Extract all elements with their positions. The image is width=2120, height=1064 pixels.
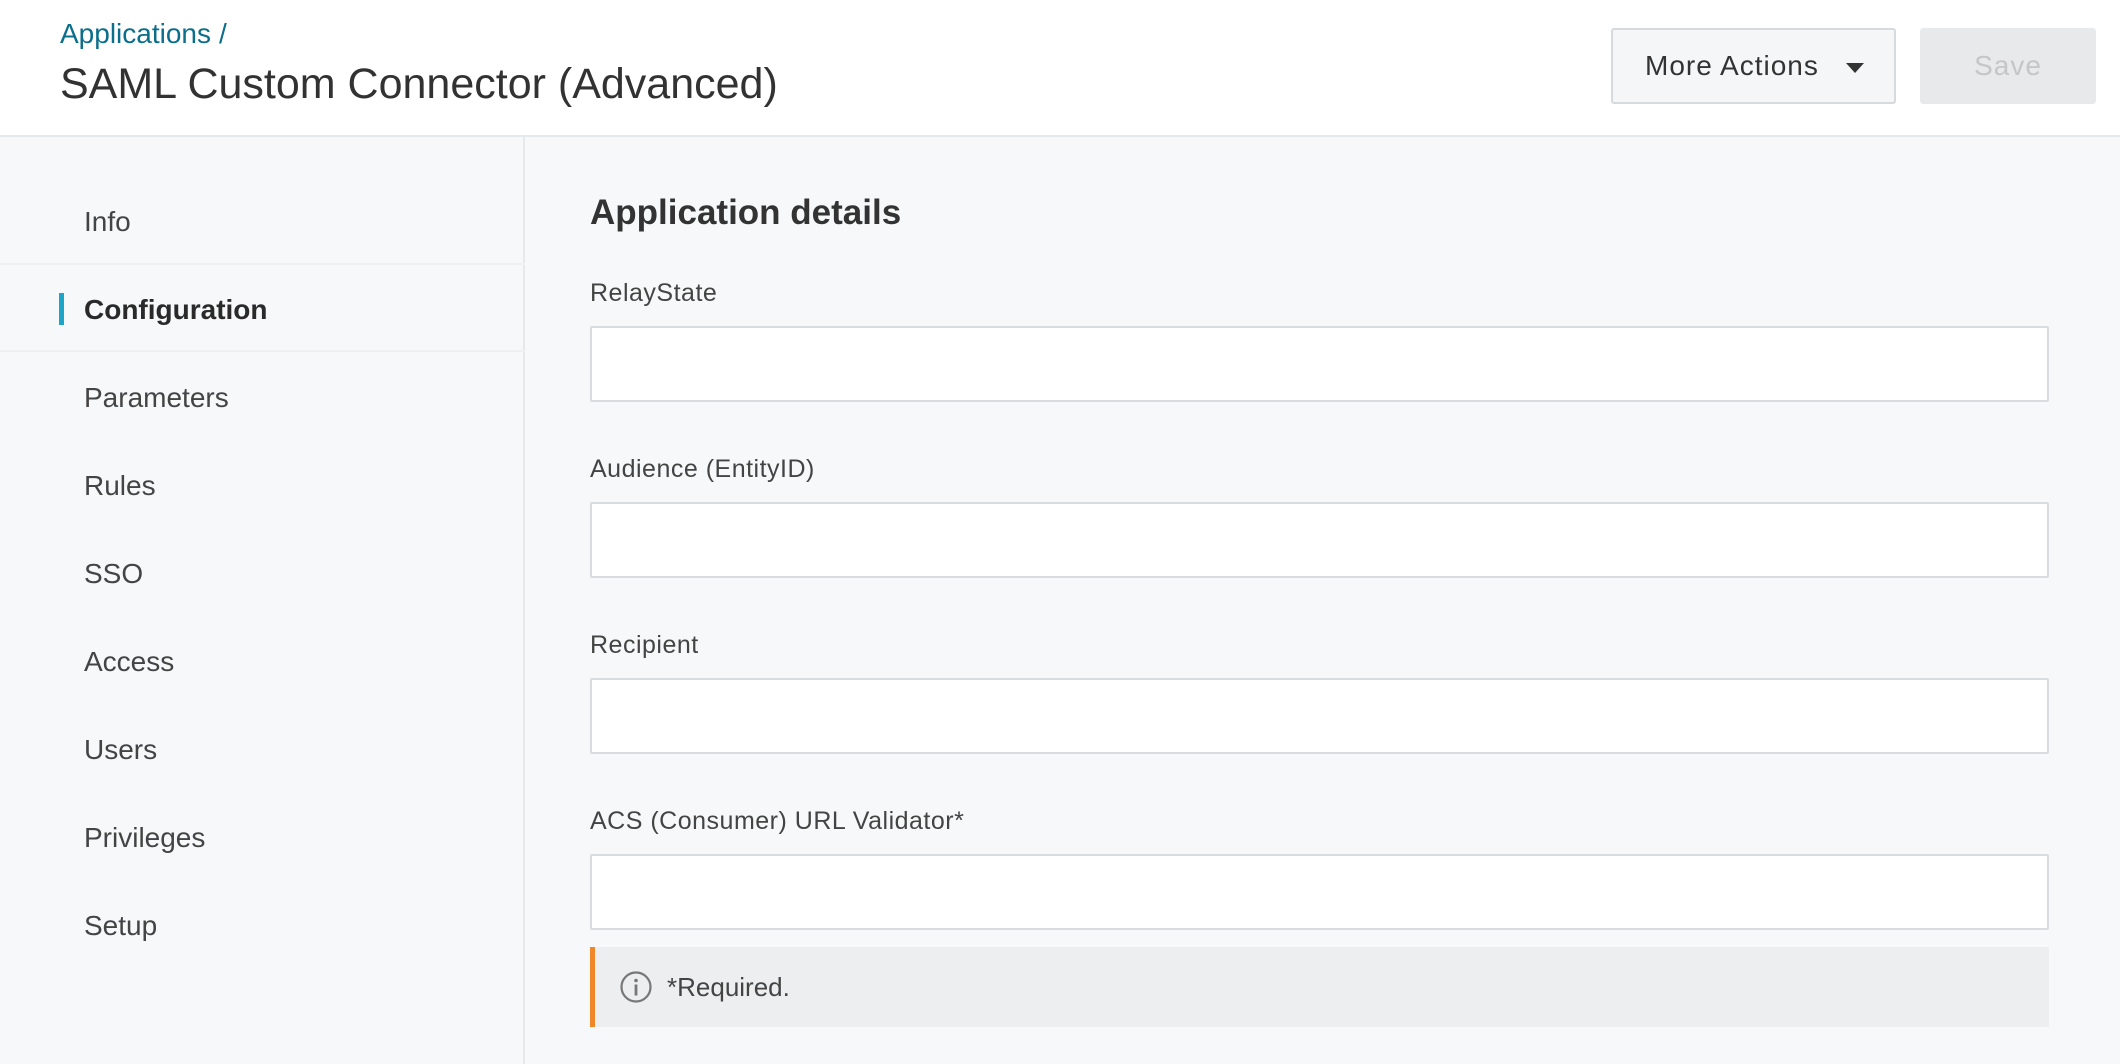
notice-text: *Required. <box>667 971 790 1002</box>
nav-divider <box>0 350 525 352</box>
more-actions-button[interactable]: More Actions <box>1611 28 1896 104</box>
nav-divider <box>0 263 525 265</box>
relaystate-label: RelayState <box>590 279 718 307</box>
acs-url-validator-label: ACS (Consumer) URL Validator* <box>590 807 965 835</box>
info-icon <box>620 971 652 1003</box>
sidebar-item-setup[interactable]: Setup <box>84 910 157 942</box>
required-notice: *Required. <box>590 947 2049 1027</box>
sidebar-item-configuration[interactable]: Configuration <box>84 294 268 326</box>
acs-url-validator-input[interactable] <box>590 854 2049 930</box>
audience-label: Audience (EntityID) <box>590 455 815 483</box>
relaystate-input[interactable] <box>590 326 2049 402</box>
sidebar-item-parameters[interactable]: Parameters <box>84 382 229 414</box>
caret-down-icon <box>1846 63 1864 73</box>
sidebar-nav: Info Configuration Parameters Rules SSO … <box>0 137 525 1064</box>
main-content: Application details RelayState Audience … <box>527 137 2120 1064</box>
breadcrumb: Applications / <box>60 18 227 50</box>
more-actions-label: More Actions <box>1645 50 1819 81</box>
sidebar-item-rules[interactable]: Rules <box>84 470 156 502</box>
breadcrumb-separator: / <box>218 18 227 49</box>
save-button[interactable]: Save <box>1920 28 2096 104</box>
sidebar-item-info[interactable]: Info <box>84 206 131 238</box>
recipient-label: Recipient <box>590 631 699 659</box>
breadcrumb-applications-link[interactable]: Applications <box>60 18 211 49</box>
page-header: Applications / SAML Custom Connector (Adv… <box>0 0 2120 137</box>
sidebar-item-sso[interactable]: SSO <box>84 558 143 590</box>
recipient-input[interactable] <box>590 678 2049 754</box>
page-title: SAML Custom Connector (Advanced) <box>60 60 778 108</box>
sidebar-item-users[interactable]: Users <box>84 734 157 766</box>
sidebar-item-privileges[interactable]: Privileges <box>84 822 205 854</box>
active-indicator <box>59 293 64 325</box>
section-title: Application details <box>590 193 902 232</box>
audience-input[interactable] <box>590 502 2049 578</box>
sidebar-item-access[interactable]: Access <box>84 646 174 678</box>
